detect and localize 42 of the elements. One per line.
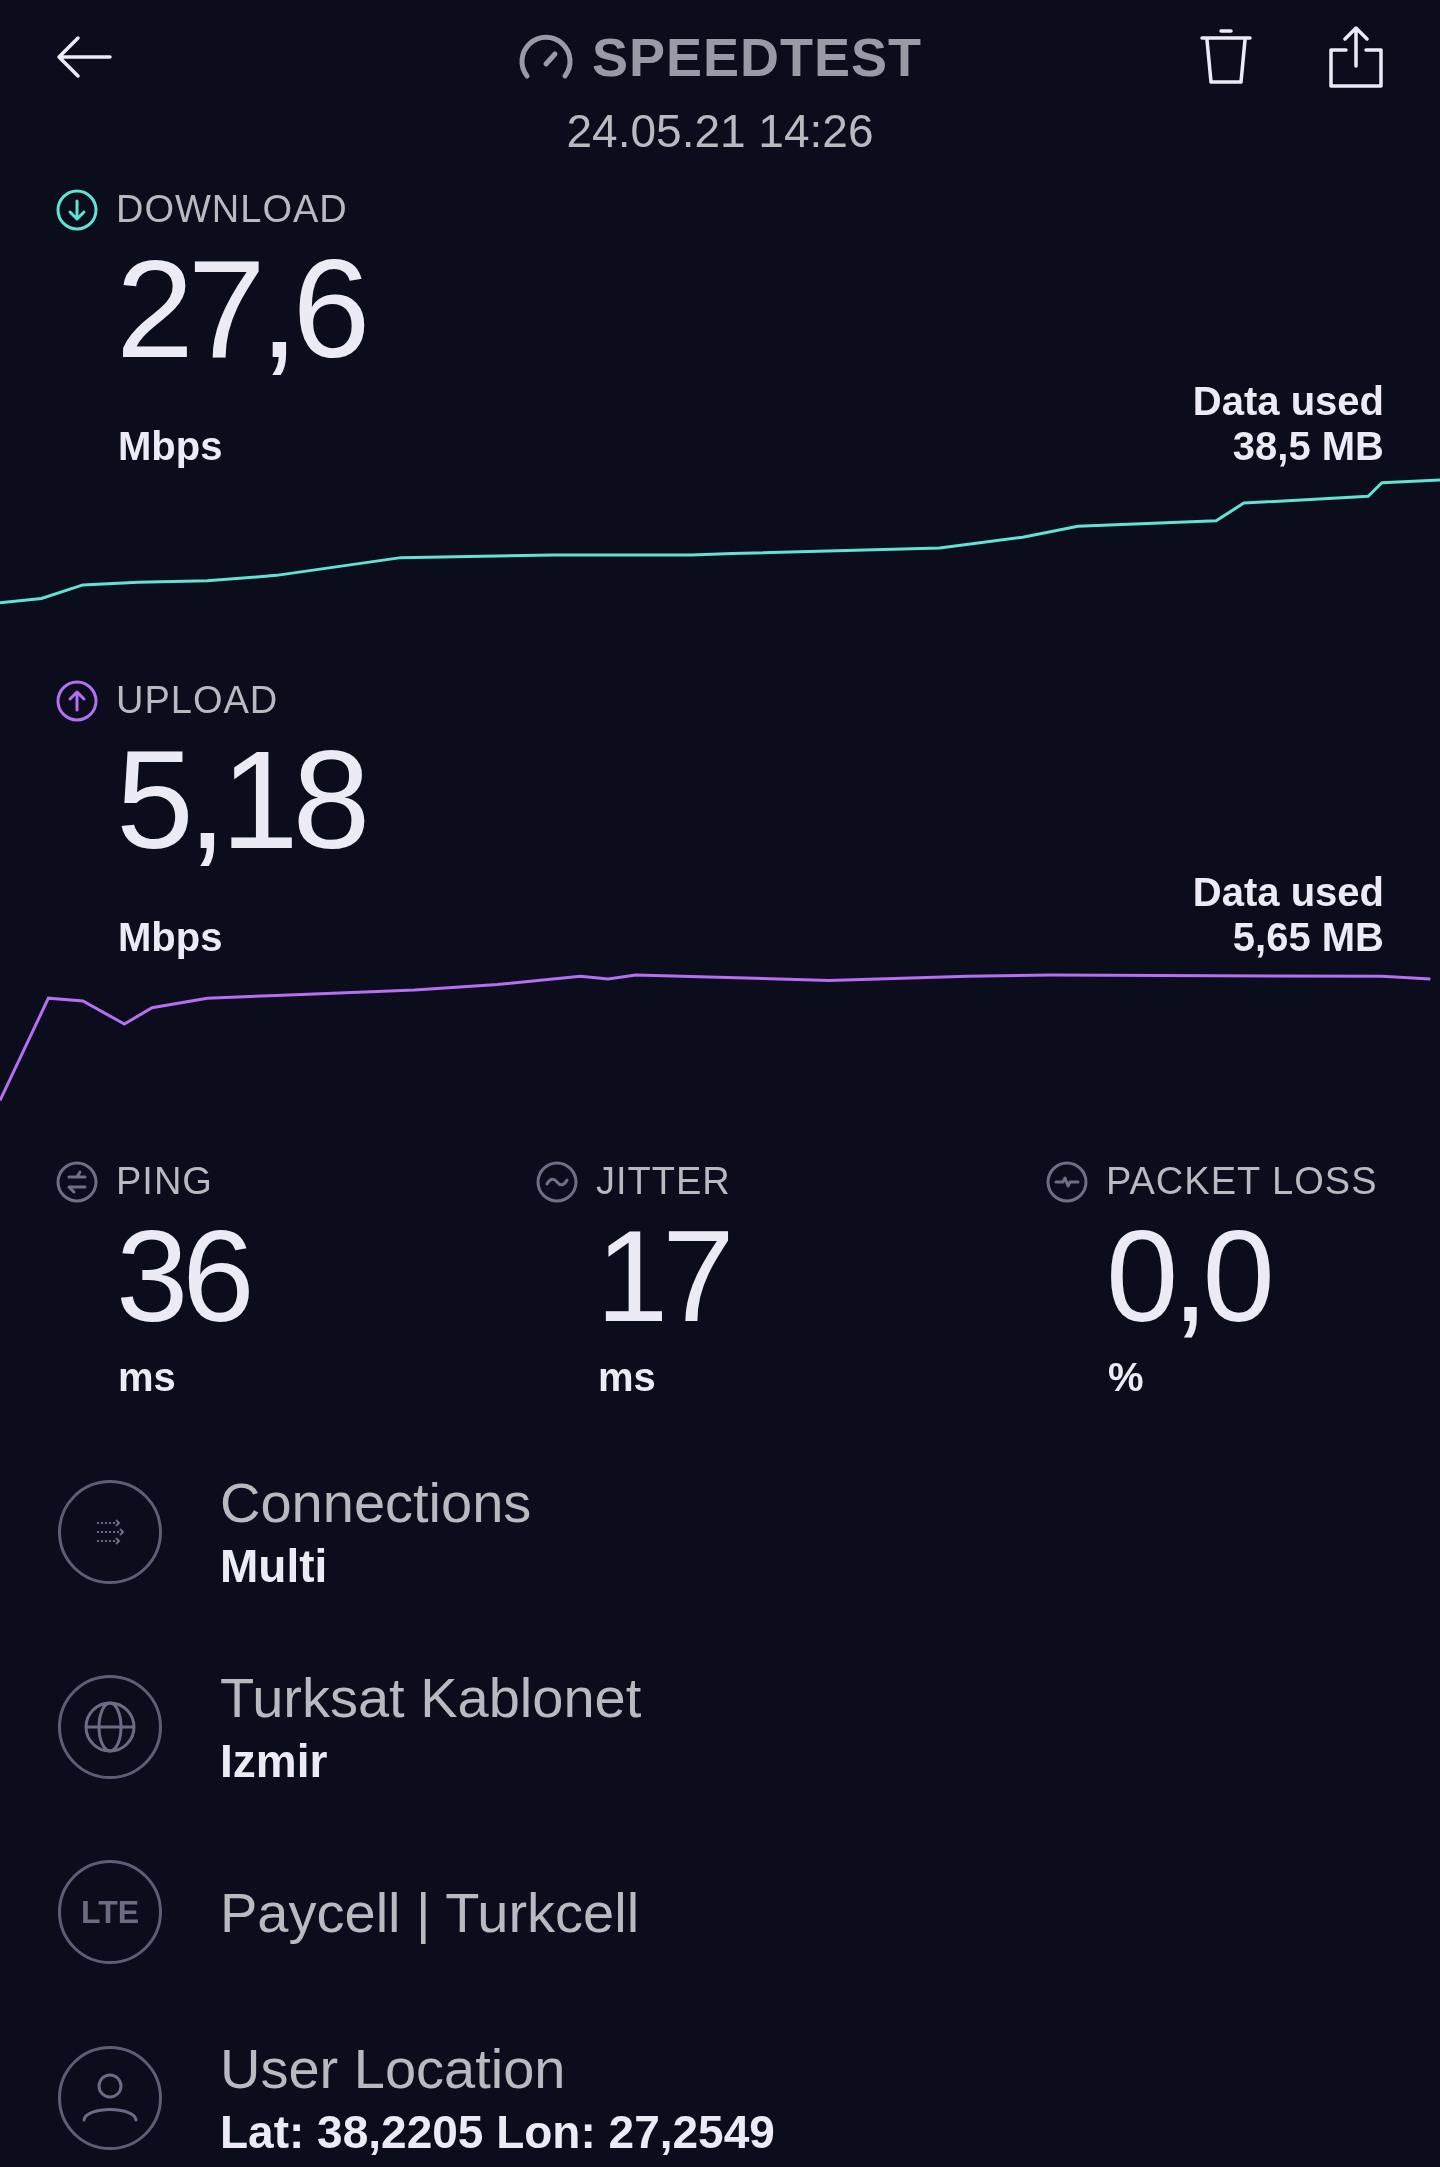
metric-unit: % [1108, 1355, 1144, 1399]
detail-value: Izmir [220, 1734, 329, 1788]
metric-label: PING [116, 1160, 213, 1203]
speed-unit: Mbps [118, 424, 223, 469]
speed-value: 5,18 [116, 730, 366, 870]
data-used-value: 38,5 MB [1232, 424, 1384, 469]
metric-unit: ms [598, 1355, 656, 1399]
server-button[interactable] [58, 1674, 162, 1779]
location-button[interactable] [58, 2045, 162, 2150]
gauge-icon [517, 32, 574, 82]
arrows-icon [95, 1518, 125, 1545]
network-badge: LTE [58, 1860, 162, 1964]
speed-label: DOWNLOAD [116, 188, 348, 231]
app-title: SPEEDTEST [591, 26, 923, 88]
pulse-icon [1046, 1160, 1088, 1203]
detail-title: User Location [220, 2036, 567, 2101]
detail-title: Paycell | Turkcell [220, 1879, 640, 1945]
speed-label: UPLOAD [116, 679, 279, 722]
data-used-value: 5,65 MB [1232, 915, 1384, 960]
speed-value: 27,6 [116, 239, 366, 379]
metric-label: JITTER [596, 1160, 731, 1203]
detail-value: Lat: 38,2205 Lon: 27,2549 [220, 2105, 775, 2159]
metric-unit: ms [118, 1355, 176, 1399]
globe-icon [83, 1699, 137, 1754]
wave-icon [536, 1160, 578, 1203]
data-used-label: Data used [1192, 870, 1384, 915]
back-arrow-icon[interactable] [56, 35, 112, 79]
connections-button[interactable] [58, 1479, 162, 1584]
metric-value: 0,0 [1106, 1211, 1271, 1341]
person-icon [82, 2072, 138, 2123]
detail-value: Multi [220, 1539, 329, 1593]
share-icon[interactable] [1328, 26, 1384, 88]
speed-unit: Mbps [118, 915, 223, 960]
test-date: 24.05.21 14:26 [565, 104, 875, 158]
metric-label: PACKET LOSS [1106, 1160, 1378, 1203]
swap-arrows-icon [56, 1160, 98, 1203]
data-used-label: Data used [1192, 379, 1384, 424]
detail-title: Turksat Kablonet [220, 1665, 642, 1730]
metric-value: 17 [596, 1211, 730, 1341]
trash-icon[interactable] [1200, 28, 1252, 86]
detail-title: Connections [220, 1470, 532, 1535]
metric-value: 36 [116, 1211, 250, 1341]
